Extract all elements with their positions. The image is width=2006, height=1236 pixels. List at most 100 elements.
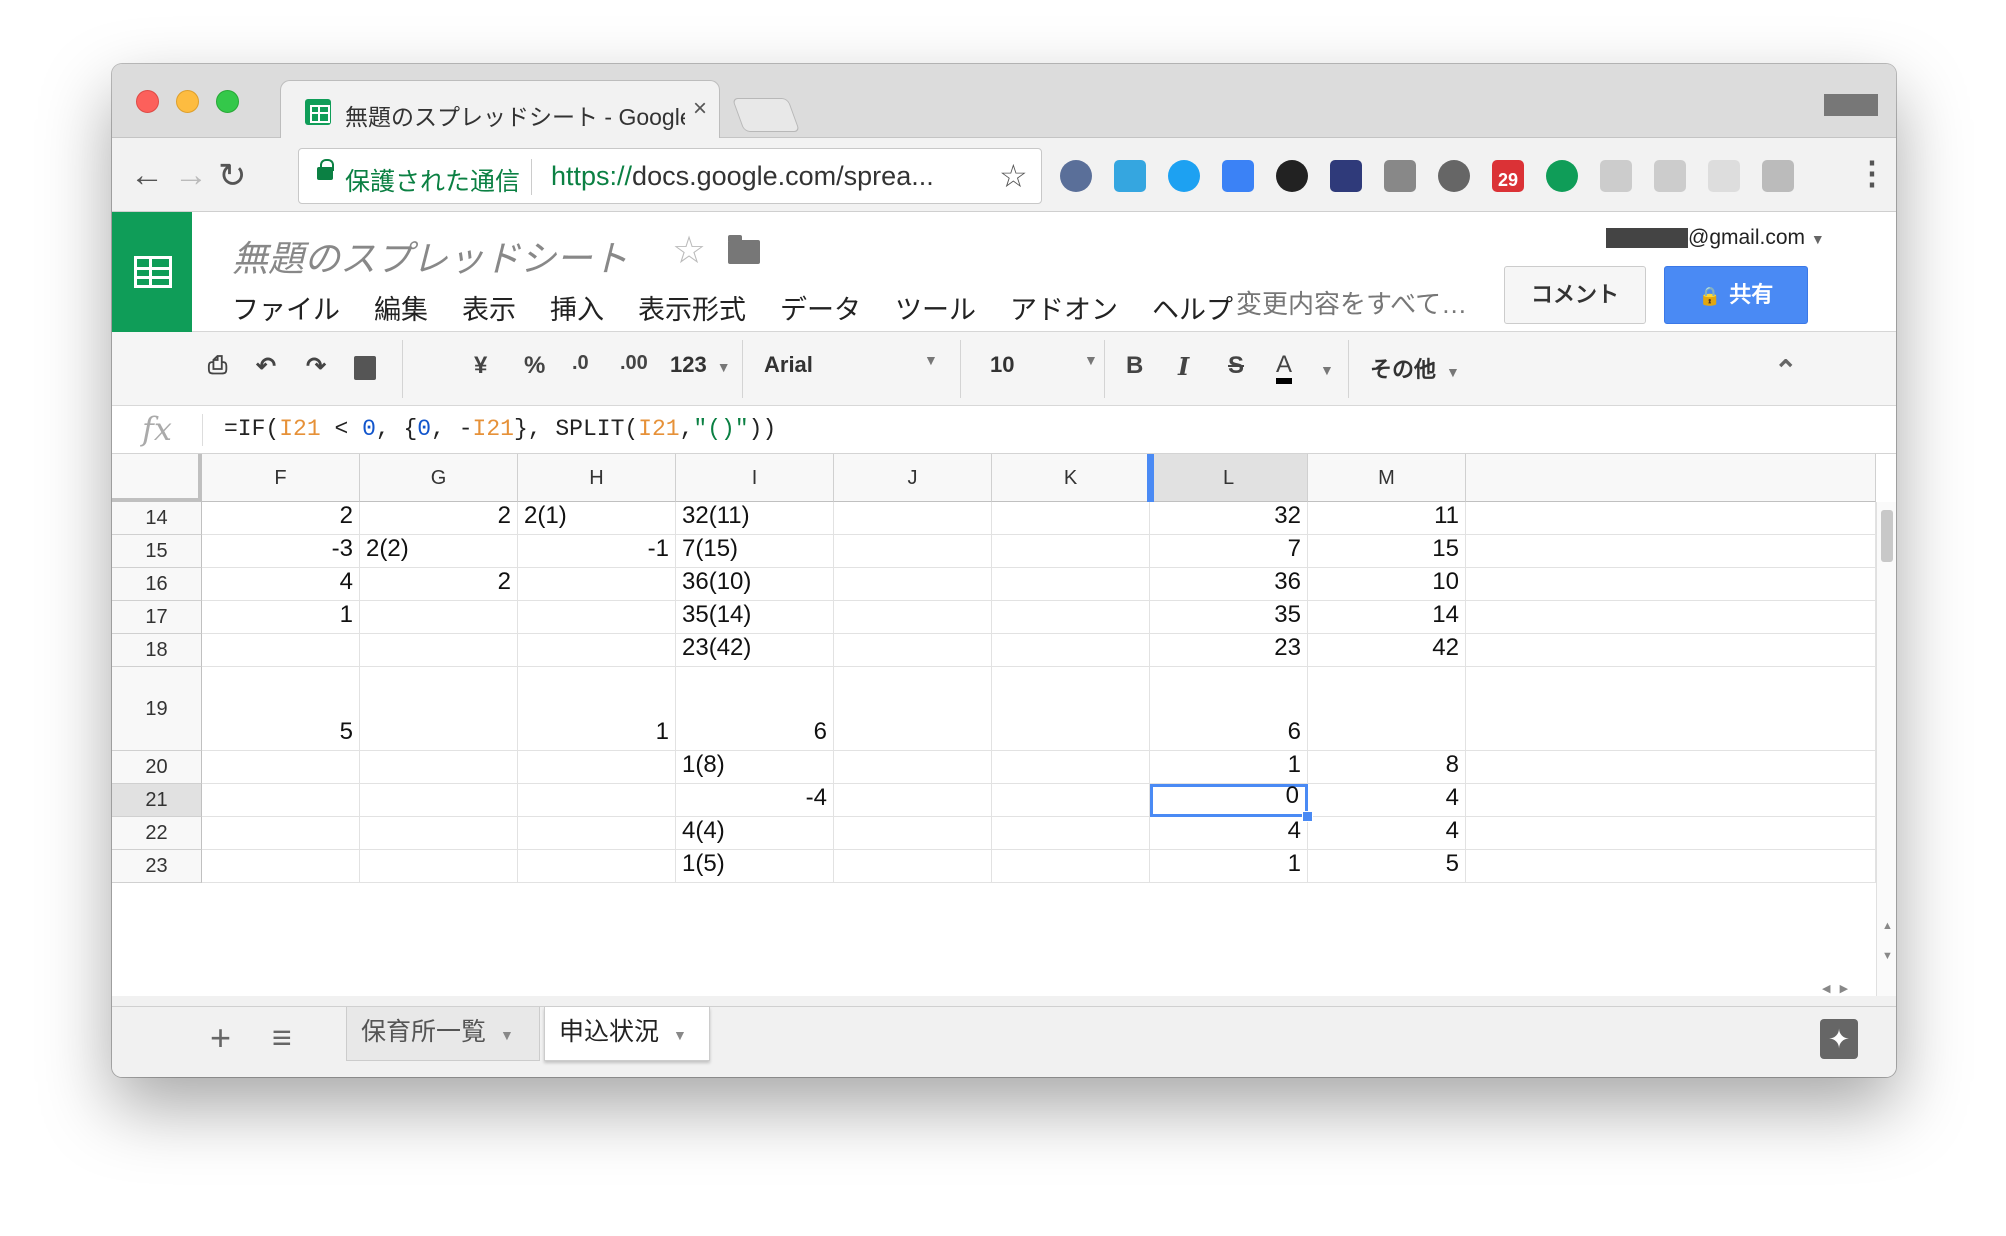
sheet-tab-menu-icon[interactable]: ▼ (673, 1027, 687, 1043)
grid-cell[interactable] (834, 751, 992, 784)
sheets-logo-icon[interactable] (112, 212, 192, 332)
twitter-extension-icon[interactable] (1168, 160, 1200, 192)
forward-icon[interactable]: → (174, 156, 208, 195)
sheet-tab-menu-icon[interactable]: ▼ (500, 1027, 514, 1043)
menu-item[interactable]: アドオン (1010, 288, 1118, 327)
row-header[interactable]: 14 (112, 502, 202, 535)
eyedropper-extension-icon[interactable] (1222, 160, 1254, 192)
bold-button[interactable]: B (1126, 352, 1143, 380)
grid-cell[interactable] (360, 751, 518, 784)
formula-input[interactable]: =IF(I21 < 0, {0, -I21}, SPLIT(I21,"()")) (224, 416, 776, 442)
title-star-icon[interactable]: ☆ (672, 228, 706, 273)
add-sheet-icon[interactable]: + (210, 1017, 231, 1059)
menu-item[interactable]: 挿入 (550, 288, 604, 327)
grid-cell[interactable] (834, 502, 992, 535)
browser-menu-icon[interactable]: ⋮ (1856, 154, 1888, 192)
grid-cell[interactable]: -4 (676, 784, 834, 817)
grid-cell[interactable] (360, 634, 518, 667)
collapse-toolbar-icon[interactable]: ⌃ (1774, 354, 1797, 387)
color-wheel-extension-icon[interactable] (1276, 160, 1308, 192)
grid-cell[interactable]: 4 (1308, 817, 1466, 850)
grid-cell[interactable] (992, 634, 1150, 667)
decrease-decimal-button[interactable]: .0 (572, 352, 589, 375)
row-header[interactable]: 20 (112, 751, 202, 784)
grid-cell[interactable] (834, 601, 992, 634)
grid-cell[interactable]: 5 (1308, 850, 1466, 883)
column-header-l[interactable]: L (1150, 454, 1308, 502)
url-text[interactable]: https://docs.google.com/sprea... (551, 161, 934, 192)
grid-cell[interactable] (1466, 568, 1876, 601)
menu-item[interactable]: データ (780, 288, 861, 327)
menu-item[interactable]: ヘルプ (1152, 288, 1233, 327)
grid-cell[interactable] (1466, 850, 1876, 883)
grid-cell[interactable]: -1 (518, 535, 676, 568)
grid-cell[interactable]: 8 (1308, 751, 1466, 784)
grid-cell[interactable]: 14 (1308, 601, 1466, 634)
minimize-window-button[interactable] (176, 90, 199, 113)
id-extension-icon[interactable] (1546, 160, 1578, 192)
grid-cell[interactable]: -3 (202, 535, 360, 568)
grid-cell[interactable] (992, 502, 1150, 535)
rss-extension-icon[interactable] (1600, 160, 1632, 192)
close-window-button[interactable] (136, 90, 159, 113)
grid-cell[interactable] (1466, 535, 1876, 568)
grid-cell[interactable] (992, 784, 1150, 817)
grid-cell[interactable]: 2 (360, 502, 518, 535)
horizontal-scroll-arrows[interactable]: ◀ ▶ (1822, 982, 1872, 1000)
column-header-h[interactable]: H (518, 454, 676, 502)
at-extension-icon[interactable] (1384, 160, 1416, 192)
menu-item[interactable]: ファイル (232, 288, 340, 327)
vertical-scrollbar[interactable]: ▲ ▼ (1876, 502, 1896, 996)
grid-cell[interactable]: 7(15) (676, 535, 834, 568)
grid-cell[interactable] (1466, 817, 1876, 850)
font-dropdown[interactable]: Arial ▼ (764, 352, 938, 378)
grid-cell[interactable]: 4 (1308, 784, 1466, 817)
print-icon[interactable]: ⎙ (208, 352, 227, 380)
percent-format-button[interactable]: % (524, 352, 545, 380)
text-color-caret-icon[interactable]: ▼ (1320, 362, 1334, 378)
grid-cell[interactable] (992, 568, 1150, 601)
row-header[interactable]: 15 (112, 535, 202, 568)
grid-cell[interactable] (1308, 667, 1466, 751)
row-header[interactable]: 18 (112, 634, 202, 667)
italic-button[interactable]: I (1178, 352, 1189, 381)
grid-cell[interactable] (834, 568, 992, 601)
comment-button[interactable]: コメント (1504, 266, 1646, 324)
font-size-dropdown[interactable]: 10 ▼ (990, 352, 1098, 378)
grid-cell[interactable] (1466, 784, 1876, 817)
grid-cell[interactable]: 1 (1150, 751, 1308, 784)
grid-cell[interactable]: 2(1) (518, 502, 676, 535)
grid-cell[interactable]: 4 (1150, 817, 1308, 850)
row-header[interactable]: 21 (112, 784, 202, 817)
grid-cell[interactable]: 32(11) (676, 502, 834, 535)
grid-cell[interactable]: 32 (1150, 502, 1308, 535)
folder-icon[interactable] (728, 235, 760, 264)
grid-cell[interactable] (202, 817, 360, 850)
strikethrough-button[interactable]: S (1228, 352, 1244, 380)
row-header[interactable]: 17 (112, 601, 202, 634)
grid-cell[interactable]: 36 (1150, 568, 1308, 601)
grid-cell[interactable]: 2 (360, 568, 518, 601)
zoom-window-button[interactable] (216, 90, 239, 113)
settings-gear-extension-icon[interactable] (1060, 160, 1092, 192)
browser-tab[interactable]: 無題のスプレッドシート - Google × (280, 80, 720, 139)
grid-cell[interactable]: 1(8) (676, 751, 834, 784)
grid-cell[interactable]: 1 (202, 601, 360, 634)
grid-cell[interactable]: 6 (1150, 667, 1308, 751)
grid-cell[interactable]: 23 (1150, 634, 1308, 667)
menu-item[interactable]: ツール (895, 288, 976, 327)
row-header[interactable]: 23 (112, 850, 202, 883)
grid-cell[interactable] (518, 784, 676, 817)
grid-cell[interactable] (992, 535, 1150, 568)
column-header-i[interactable]: I (676, 454, 834, 502)
grid-cell[interactable] (202, 634, 360, 667)
undo-icon[interactable]: ↶ (256, 352, 276, 381)
vertical-scroll-thumb[interactable] (1881, 510, 1893, 562)
fill-handle[interactable] (1302, 811, 1313, 822)
scroll-up-icon[interactable]: ▲ (1882, 920, 1893, 932)
grid-cell[interactable] (518, 751, 676, 784)
text-color-button[interactable]: A (1276, 352, 1293, 384)
menu-item[interactable]: 編集 (374, 288, 428, 327)
bookmark-star-icon[interactable]: ☆ (999, 157, 1028, 195)
grid-cell[interactable]: 1 (518, 667, 676, 751)
